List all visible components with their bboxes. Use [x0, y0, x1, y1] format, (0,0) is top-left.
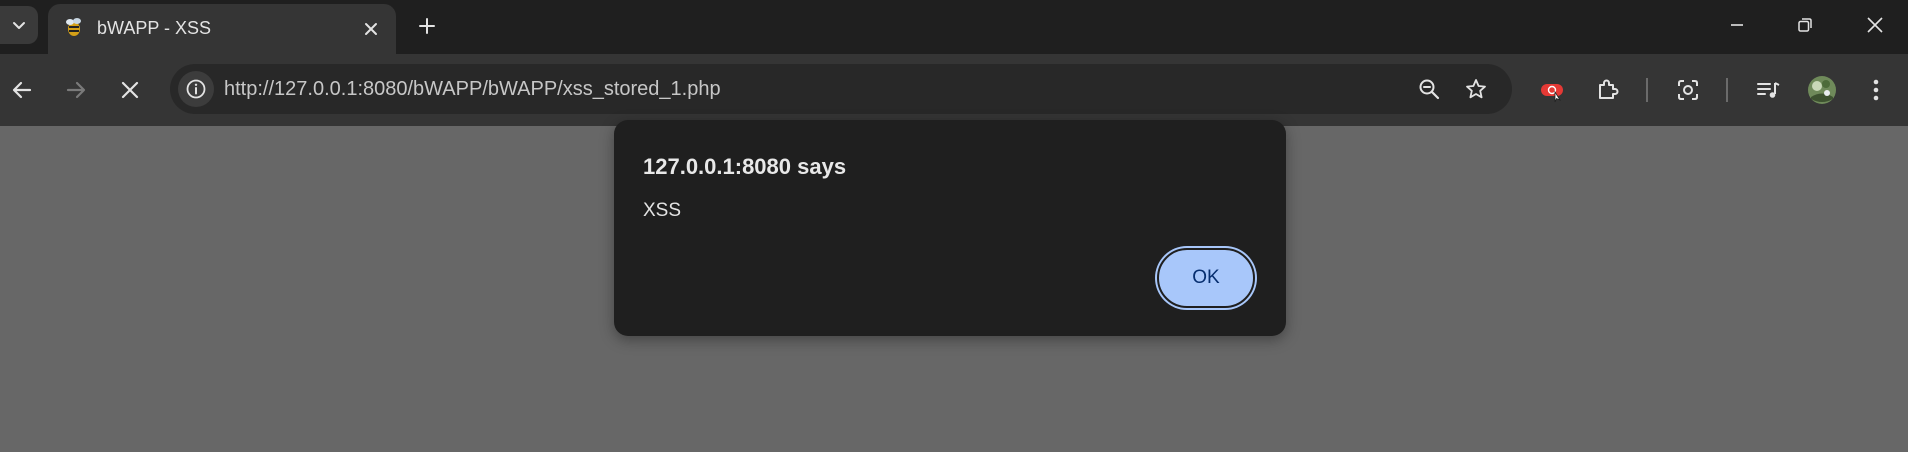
extension-badge-icon: [1541, 84, 1563, 103]
zoom-out-icon: [1419, 79, 1440, 100]
back-button[interactable]: [4, 72, 40, 108]
ok-button[interactable]: OK: [1157, 248, 1255, 308]
extensions-button[interactable]: [1590, 72, 1626, 108]
avatar: [1808, 76, 1836, 104]
back-arrow-icon: [12, 81, 32, 99]
screenshot-button[interactable]: [1670, 72, 1706, 108]
media-queue-icon: [1757, 82, 1780, 98]
forward-arrow-icon: [66, 81, 86, 99]
stop-icon: [121, 81, 139, 99]
stop-loading-button[interactable]: [112, 72, 148, 108]
more-menu-button[interactable]: [1858, 72, 1894, 108]
tab-title: bWAPP - XSS: [97, 18, 212, 38]
puzzle-icon: [1599, 79, 1619, 99]
screenshot-icon: [1678, 80, 1698, 100]
minimize-icon: [1731, 24, 1743, 26]
restore-icon: [1798, 18, 1812, 32]
alert-dialog: 127.0.0.1:8080 says XSS OK: [614, 120, 1286, 336]
site-info-button[interactable]: [178, 71, 214, 107]
toolbar-separator: [1646, 78, 1648, 102]
star-icon: [1466, 79, 1486, 99]
favicon-icon: [66, 18, 81, 36]
chevron-down-icon: [13, 22, 25, 29]
browser-window: bWAPP - XSS http://127.0.0.1:8080/bWAPP/…: [0, 0, 1908, 452]
close-window-button[interactable]: [1852, 8, 1898, 42]
toolbar: http://127.0.0.1:8080/bWAPP/bWAPP/xss_st…: [0, 54, 1908, 126]
address-bar[interactable]: http://127.0.0.1:8080/bWAPP/bWAPP/xss_st…: [170, 64, 1512, 114]
tab-strip: bWAPP - XSS: [0, 0, 1908, 54]
forward-button[interactable]: [58, 72, 94, 108]
minimize-button[interactable]: [1714, 8, 1760, 42]
toolbar-separator: [1726, 78, 1728, 102]
media-queue-button[interactable]: [1750, 72, 1786, 108]
zoom-button[interactable]: [1412, 72, 1446, 106]
dialog-message: XSS: [643, 200, 682, 221]
restore-button[interactable]: [1782, 8, 1828, 42]
profile-button[interactable]: [1804, 72, 1840, 108]
close-icon: [365, 23, 377, 35]
new-tab-button[interactable]: [412, 11, 442, 41]
info-icon: [186, 79, 206, 99]
extension-badge-button[interactable]: [1534, 72, 1570, 108]
plus-icon: [419, 18, 435, 34]
tab-close-button[interactable]: [358, 16, 384, 42]
active-tab[interactable]: bWAPP - XSS: [48, 4, 396, 54]
dialog-title: 127.0.0.1:8080 says: [643, 154, 847, 179]
more-vert-icon: [1873, 79, 1879, 101]
url-text[interactable]: http://127.0.0.1:8080/bWAPP/bWAPP/xss_st…: [224, 77, 721, 101]
tab-search-button[interactable]: [0, 6, 38, 44]
bookmark-button[interactable]: [1459, 72, 1493, 106]
close-window-icon: [1867, 17, 1883, 33]
